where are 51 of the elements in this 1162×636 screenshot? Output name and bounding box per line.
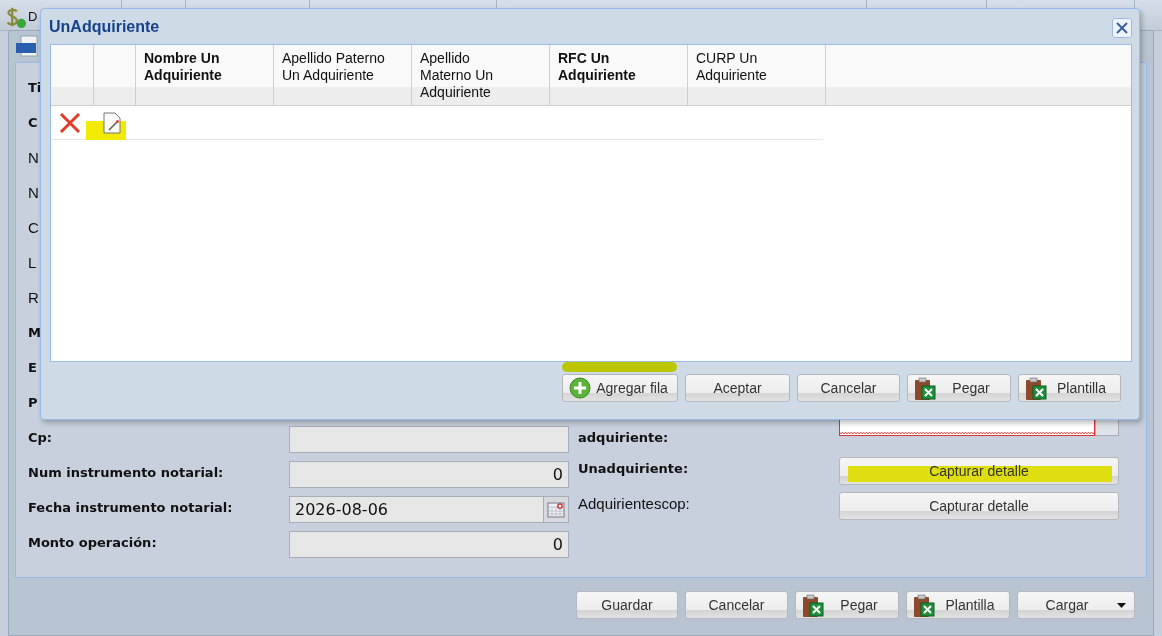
field-label: L xyxy=(28,253,37,271)
dialog-title: UnAdquiriente xyxy=(49,17,160,36)
field-label: Adquirientescop: xyxy=(578,494,690,512)
field-label: M xyxy=(28,324,41,341)
field-label: C xyxy=(28,218,39,236)
column-header[interactable]: Apellido Paterno Un Adquiriente xyxy=(274,45,412,105)
clipboard-icon xyxy=(913,594,935,618)
field-label: Cp: xyxy=(28,429,53,446)
field-label: N xyxy=(28,183,39,201)
button[interactable]: Guardar xyxy=(576,591,678,619)
clipboard-icon xyxy=(802,594,824,618)
calendar-icon[interactable] xyxy=(547,501,565,518)
field-label: N xyxy=(28,148,39,166)
add-icon xyxy=(569,377,591,399)
button[interactable]: Capturar detalle xyxy=(839,457,1119,485)
date-field[interactable]: 2026-08-06 xyxy=(289,496,569,523)
clipboard-icon xyxy=(1025,377,1047,401)
field-label: C xyxy=(28,114,38,131)
button[interactable]: Cancelar xyxy=(797,374,900,402)
column-header[interactable]: Apellido Materno Un Adquiriente xyxy=(412,45,550,105)
field-label: adquiriente: xyxy=(578,429,669,446)
button[interactable]: Pegar xyxy=(907,374,1011,402)
button[interactable]: Aceptar xyxy=(685,374,790,402)
input-field[interactable]: 0 xyxy=(289,461,569,488)
close-icon xyxy=(1116,21,1128,34)
field-label: Num instrumento notarial: xyxy=(28,464,224,481)
button[interactable]: Agregar fila xyxy=(562,374,678,402)
input-field[interactable] xyxy=(289,426,569,453)
field-label: Monto operación: xyxy=(28,534,157,551)
caret-icon xyxy=(1117,603,1126,608)
field-label: Fecha instrumento notarial: xyxy=(28,499,233,516)
button[interactable]: Plantilla xyxy=(906,591,1010,619)
field-label: E xyxy=(28,359,37,376)
close-button[interactable] xyxy=(1112,17,1132,38)
field-label: Ti xyxy=(28,79,42,96)
button[interactable]: Capturar detalle xyxy=(839,492,1119,520)
input-field[interactable]: 0 xyxy=(289,531,569,558)
button[interactable]: Cancelar xyxy=(685,591,788,619)
button[interactable]: Pegar xyxy=(795,591,899,619)
delete-icon[interactable] xyxy=(59,111,81,134)
field-label: R xyxy=(28,288,39,306)
edit-document-icon[interactable] xyxy=(103,111,121,134)
field-label: Unadquiriente: xyxy=(578,460,689,477)
field-label: P xyxy=(28,394,38,411)
toolbar-label[interactable]: D xyxy=(28,9,38,24)
button[interactable]: Plantilla xyxy=(1018,374,1121,402)
column-header[interactable]: CURP Un Adquiriente xyxy=(688,45,826,105)
column-header[interactable]: Nombre Un Adquiriente xyxy=(136,45,274,105)
clipboard-icon xyxy=(914,377,936,401)
column-header[interactable]: RFC Un Adquiriente xyxy=(550,45,688,105)
button[interactable]: Cargar xyxy=(1017,591,1135,619)
